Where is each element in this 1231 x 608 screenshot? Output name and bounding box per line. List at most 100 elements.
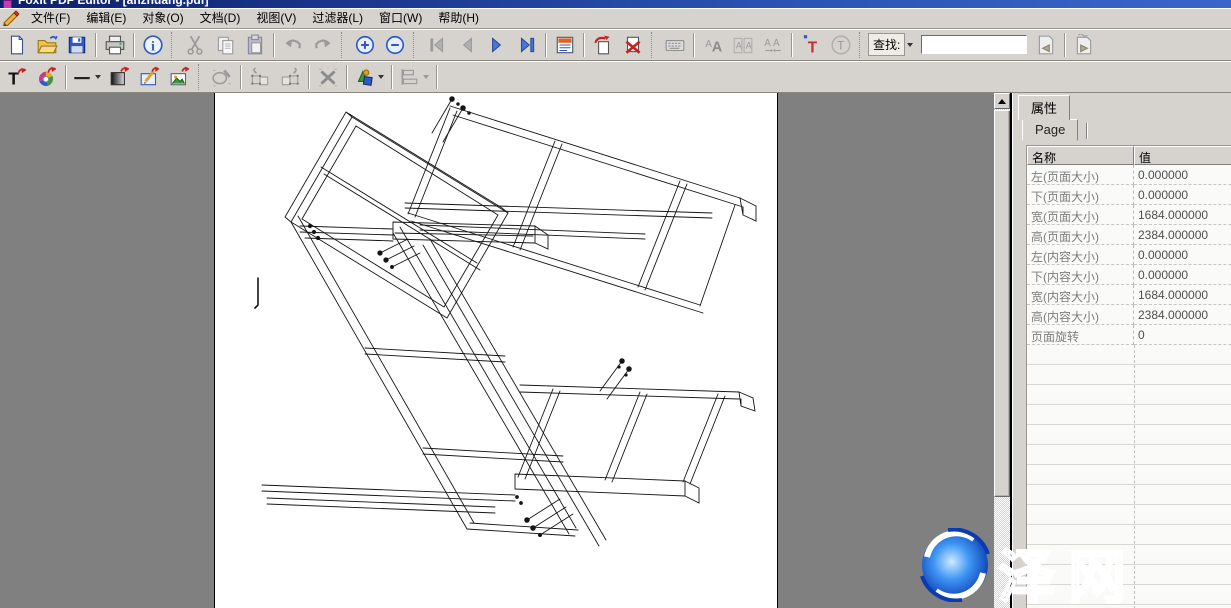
screw-detail	[432, 97, 470, 142]
shapes-dropdown-icon[interactable]	[378, 75, 384, 79]
menu-filter[interactable]: 过滤器(L)	[304, 7, 371, 29]
column-header-value: 值	[1134, 146, 1231, 165]
property-row: 下(页面大小) 0.000000	[1027, 185, 1231, 205]
shapes-button[interactable]	[351, 62, 377, 91]
property-value[interactable]: 1684.000000	[1134, 285, 1231, 305]
cut-button	[180, 30, 210, 59]
toolbar-separator	[346, 65, 348, 89]
menu-document[interactable]: 文档(D)	[192, 7, 249, 29]
save-floppy-icon	[66, 34, 88, 56]
zoom-in-icon	[354, 34, 376, 56]
property-name: 页面旋转	[1027, 325, 1134, 345]
open-button[interactable]	[32, 30, 62, 59]
find-next-icon	[1073, 34, 1095, 56]
title-bar: Foxit PDF Editor - [anzhuang.pdf]	[0, 0, 1231, 8]
toolbar-separator	[95, 33, 97, 57]
find-label: 查找:	[868, 33, 905, 56]
add-text-button[interactable]: T	[796, 30, 826, 59]
property-value[interactable]: 2384.000000	[1134, 305, 1231, 325]
info-button[interactable]: i	[138, 30, 168, 59]
edit-image-icon	[139, 66, 161, 88]
menu-file[interactable]: 文件(F)	[23, 7, 78, 29]
redo-button	[308, 30, 338, 59]
insert-image-button[interactable]	[165, 62, 195, 91]
property-value[interactable]: 0.000000	[1134, 245, 1231, 265]
toolbar-gripper	[413, 32, 418, 58]
cad-drawing	[215, 93, 777, 608]
gradient-box-button[interactable]	[105, 62, 135, 91]
new-button[interactable]	[2, 30, 32, 59]
save-button[interactable]	[62, 30, 92, 59]
pdf-page[interactable]	[214, 93, 778, 608]
next-page-button[interactable]	[482, 30, 512, 59]
insert-text-icon: T	[6, 66, 28, 88]
menu-bar: 文件(F) 编辑(E) 对象(O) 文档(D) 视图(V) 过滤器(L) 窗口(…	[0, 8, 1231, 29]
zoom-out-button[interactable]	[380, 30, 410, 59]
up-arrow-icon	[998, 99, 1006, 104]
font-box-button: AA	[728, 30, 758, 59]
menu-object[interactable]: 对象(O)	[134, 7, 191, 29]
table-header: 名称 值	[1027, 146, 1231, 165]
color-wheel-button[interactable]	[32, 62, 62, 91]
property-name: 左(内容大小)	[1027, 245, 1134, 265]
toolbar-gripper	[651, 32, 656, 58]
tab-page[interactable]: Page	[1022, 119, 1078, 141]
property-value[interactable]: 0.000000	[1134, 265, 1231, 285]
property-value[interactable]: 1684.000000	[1134, 205, 1231, 225]
first-page-button	[422, 30, 452, 59]
toolbar-separator	[583, 33, 585, 57]
scroll-up-button[interactable]	[994, 93, 1010, 109]
find-dropdown-icon[interactable]	[907, 43, 913, 47]
edit-image-button[interactable]	[135, 62, 165, 91]
menu-window[interactable]: 窗口(W)	[371, 7, 430, 29]
toolbar-object: T	[0, 61, 1231, 93]
document-canvas[interactable]	[0, 93, 994, 608]
toolbar-gripper	[859, 32, 864, 58]
app-window: Foxit PDF Editor - [anzhuang.pdf] 文件(F) …	[0, 0, 1231, 608]
property-row: 宽(页面大小) 1684.000000	[1027, 205, 1231, 225]
menu-edit[interactable]: 编辑(E)	[78, 7, 134, 29]
scissors-icon	[184, 34, 206, 56]
column-header-name: 名称	[1027, 146, 1134, 165]
letter-a-glyph: A	[736, 40, 742, 50]
panel-title-tab[interactable]: 属性	[1018, 95, 1070, 120]
menu-view[interactable]: 视图(V)	[248, 7, 304, 29]
property-value[interactable]: 2384.000000	[1134, 225, 1231, 245]
delete-page-button[interactable]	[618, 30, 648, 59]
tab-divider	[1086, 123, 1087, 139]
screw-detail	[600, 359, 631, 399]
info-glyph: i	[151, 38, 155, 53]
align-button	[396, 62, 422, 91]
prev-page-button	[452, 30, 482, 59]
property-value[interactable]: 0.000000	[1134, 185, 1231, 205]
letter-a-glyph: A	[746, 40, 752, 50]
page-layout-button[interactable]	[550, 30, 580, 59]
toolbar-separator	[1064, 33, 1066, 57]
letter-a-glyph: A	[764, 38, 771, 49]
table-empty-rows	[1027, 345, 1231, 608]
paste-icon	[244, 34, 266, 56]
color-wheel-icon	[36, 66, 58, 88]
menu-help[interactable]: 帮助(H)	[430, 7, 487, 29]
scrollbar-thumb[interactable]	[994, 110, 1010, 497]
line-tool-dropdown-icon[interactable]	[95, 75, 101, 79]
property-value[interactable]: 0	[1134, 325, 1231, 345]
shapes-icon	[353, 66, 375, 88]
line-tool-button[interactable]	[70, 62, 94, 91]
text-circle-icon: T	[830, 34, 852, 56]
toolbar-separator	[545, 33, 547, 57]
print-button[interactable]	[100, 30, 130, 59]
info-icon: i	[142, 34, 164, 56]
last-page-button[interactable]	[512, 30, 542, 59]
toolbar-separator	[791, 33, 793, 57]
zoom-in-button[interactable]	[350, 30, 380, 59]
screw-detail	[378, 239, 420, 269]
find-next-button	[1069, 30, 1099, 59]
bring-forward-icon	[279, 66, 301, 88]
vertical-scrollbar[interactable]	[994, 93, 1010, 608]
property-value[interactable]: 0.000000	[1134, 165, 1231, 185]
rotate-page-button[interactable]	[588, 30, 618, 59]
toolbar-separator	[308, 65, 310, 89]
find-input[interactable]	[921, 35, 1027, 54]
insert-text-button[interactable]: T	[2, 62, 32, 91]
